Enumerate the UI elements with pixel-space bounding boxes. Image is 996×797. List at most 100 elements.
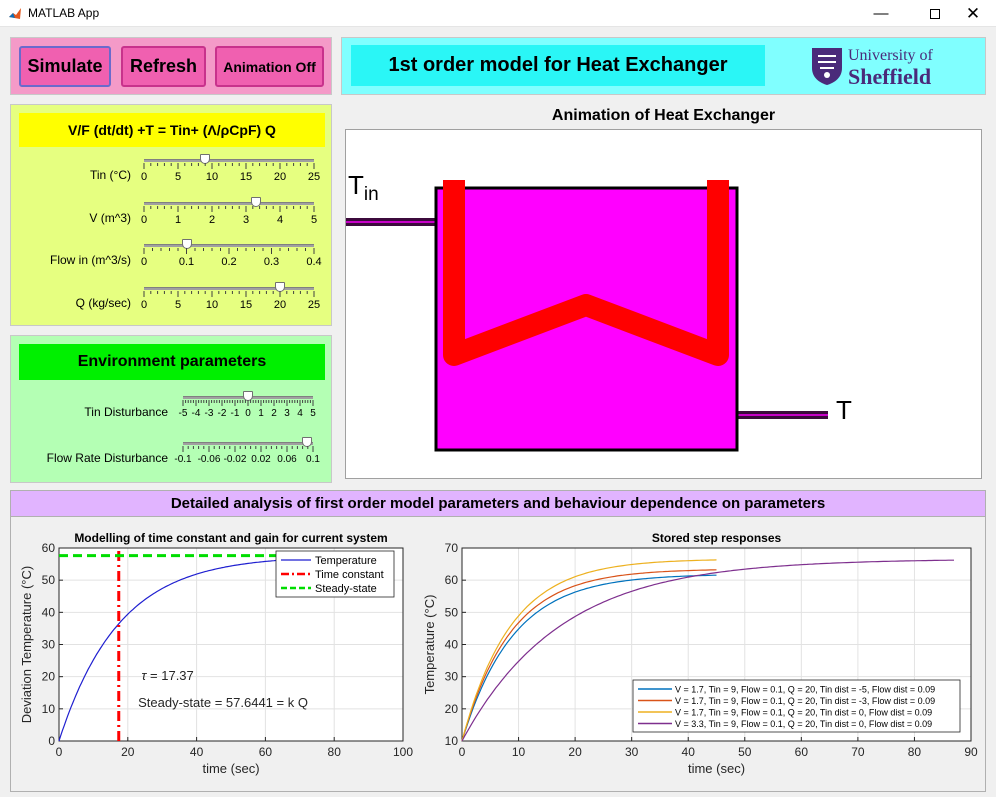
environment-title: Environment parameters	[19, 344, 325, 380]
env-slider-tick-label: 5	[310, 408, 316, 419]
param-slider-tick-label: 3	[242, 214, 250, 226]
shield-icon	[812, 48, 842, 85]
param-slider-tick-label: 2	[208, 214, 216, 226]
page-title: 1st order model for Heat Exchanger	[351, 45, 765, 86]
param-slider-tick-label: 10	[205, 299, 219, 311]
x-tick-label: 50	[738, 745, 752, 759]
param-slider-tick-label: 20	[273, 171, 287, 183]
analysis-title: Detailed analysis of first order model p…	[11, 491, 985, 517]
param-slider-tick-label: 0.1	[178, 256, 195, 268]
analysis-charts: 0 20 40 60 80 1000102030405060Modelling of ti…	[19, 531, 978, 776]
y-tick-label: 30	[42, 638, 56, 652]
animation-toggle-button[interactable]: Animation Off	[215, 46, 324, 87]
x-tick-label: 0	[459, 745, 466, 759]
x-tick-label: 90	[964, 745, 978, 759]
chart-title: Modelling of time constant and gain for …	[74, 531, 387, 545]
env-slider-tick-label: -0.06	[197, 454, 221, 465]
param-slider-tick-label: 0	[140, 256, 148, 268]
animation-panel: Animation of Heat Exchanger Tin T	[341, 104, 986, 484]
y-tick-label: 40	[42, 605, 56, 619]
analysis-panel: Detailed analysis of first order model p…	[10, 490, 986, 792]
param-slider-3[interactable]: Q (kg/sec) 0 5 10 15 20 25	[11, 282, 331, 334]
x-tick-label: 60	[259, 745, 273, 759]
x-tick-label: 100	[393, 745, 413, 759]
refresh-button[interactable]: Refresh	[121, 46, 206, 87]
x-tick-label: 20	[568, 745, 582, 759]
model-parameter-panel: V/F (dt/dt) +T = Tin+ (Λ/ρCpF) Q Tin (°C…	[10, 104, 332, 326]
y-tick-label: 50	[42, 573, 56, 587]
env-slider-ticks	[182, 446, 314, 452]
env-slider-1[interactable]: Flow Rate Disturbance -0.1 -0.06 -0.02 0.02 0…	[11, 437, 331, 489]
param-slider-0[interactable]: Tin (°C) 0 5 10 15 20 25	[11, 154, 331, 206]
y-tick-label: 20	[42, 670, 56, 684]
y-tick-label: 60	[42, 541, 56, 555]
inlet-temperature-label: Tin	[348, 170, 379, 205]
env-slider-track[interactable]	[183, 442, 313, 445]
x-tick-label: 60	[795, 745, 809, 759]
env-slider-tick-label: 0.06	[277, 454, 297, 465]
param-slider-tick-label: 0	[140, 171, 148, 183]
param-slider-tick-label: 20	[273, 299, 287, 311]
x-tick-label: 20	[121, 745, 135, 759]
param-slider-track[interactable]	[144, 287, 314, 290]
simulate-button[interactable]: Simulate	[19, 46, 111, 87]
param-slider-tick-label: 0.4	[306, 256, 322, 268]
param-slider-tick-label: 15	[239, 299, 253, 311]
param-slider-track[interactable]	[144, 159, 314, 162]
param-slider-ticks	[143, 248, 315, 254]
y-tick-label: 70	[445, 541, 459, 555]
x-axis-label: time (sec)	[202, 761, 259, 776]
x-axis-label: time (sec)	[688, 761, 745, 776]
chart-1: 0 10 20 30 40 50 60 70 80 9010203040506070Stored …	[422, 531, 978, 776]
chart-0: 0 20 40 60 80 100 0 10 20 30 40 50 60 Modelling of ti…	[19, 531, 413, 776]
param-slider-ticks	[143, 291, 315, 297]
minimize-icon[interactable]: —	[858, 0, 904, 27]
param-slider-1[interactable]: V (m^3) 0 1 2 3 4 5	[11, 197, 331, 249]
legend-label: Temperature	[315, 555, 377, 567]
steady-state-annotation: Steady-state = 57.6441 = k Q	[138, 695, 308, 710]
env-slider-tick-label: 0.02	[251, 454, 271, 465]
logo-line-2: Sheffield	[848, 64, 932, 89]
matlab-icon	[8, 7, 22, 21]
y-tick-label: 30	[445, 670, 459, 684]
env-slider-0[interactable]: Tin Disturbance -5 -4 -3 -2 -1 0 1 2 3 4 5	[11, 391, 331, 443]
close-icon[interactable]: ✕	[950, 0, 996, 27]
y-tick-label: 50	[445, 605, 459, 619]
environment-panel: Environment parameters Tin Disturbance -5…	[10, 335, 332, 483]
chart-legend: Temperature Time constant Steady-state	[275, 550, 395, 598]
x-tick-label: 70	[851, 745, 865, 759]
param-slider-tick-label: 10	[205, 171, 219, 183]
param-slider-ticks	[143, 163, 315, 169]
env-slider-ticks	[182, 400, 314, 406]
university-logo: University of Sheffield	[810, 44, 950, 89]
control-button-panel: Simulate Refresh Animation Off	[10, 37, 332, 95]
y-tick-label: 10	[445, 734, 459, 748]
chart-legend: V = 1.7, Tin = 9, Flow = 0.1, Q = 20, Ti…	[632, 679, 961, 733]
outlet-temperature-label: T	[836, 395, 852, 425]
x-tick-label: 0	[56, 745, 63, 759]
y-tick-label: 40	[445, 638, 459, 652]
y-tick-label: 20	[445, 702, 459, 716]
param-slider-tick-label: 25	[307, 299, 321, 311]
env-slider-tick-label: -0.1	[174, 454, 192, 465]
param-slider-track[interactable]	[144, 202, 314, 205]
param-slider-tick-label: 4	[276, 214, 284, 226]
window-title: MATLAB App	[28, 6, 100, 20]
x-tick-label: 40	[190, 745, 204, 759]
legend-label: V = 1.7, Tin = 9, Flow = 0.1, Q = 20, Ti…	[675, 696, 935, 706]
param-slider-ticks	[143, 206, 315, 212]
legend-label: V = 3.3, Tin = 9, Flow = 0.1, Q = 20, Ti…	[675, 719, 932, 729]
param-slider-track[interactable]	[144, 244, 314, 247]
legend-label: V = 1.7, Tin = 9, Flow = 0.1, Q = 20, Ti…	[675, 685, 935, 695]
param-slider-tick-label: 25	[307, 171, 321, 183]
legend-label: Steady-state	[315, 583, 377, 595]
param-slider-tick-label: 15	[239, 171, 253, 183]
animation-title: Animation of Heat Exchanger	[551, 107, 776, 124]
param-slider-tick-label: 0	[140, 214, 148, 226]
header-panel: 1st order model for Heat Exchanger Unive…	[341, 37, 986, 95]
env-slider-tick-label: -0.02	[223, 454, 247, 465]
legend-label: Time constant	[315, 569, 384, 581]
param-slider-tick-label: 5	[174, 171, 182, 183]
tank	[434, 186, 739, 452]
x-tick-label: 80	[328, 745, 342, 759]
